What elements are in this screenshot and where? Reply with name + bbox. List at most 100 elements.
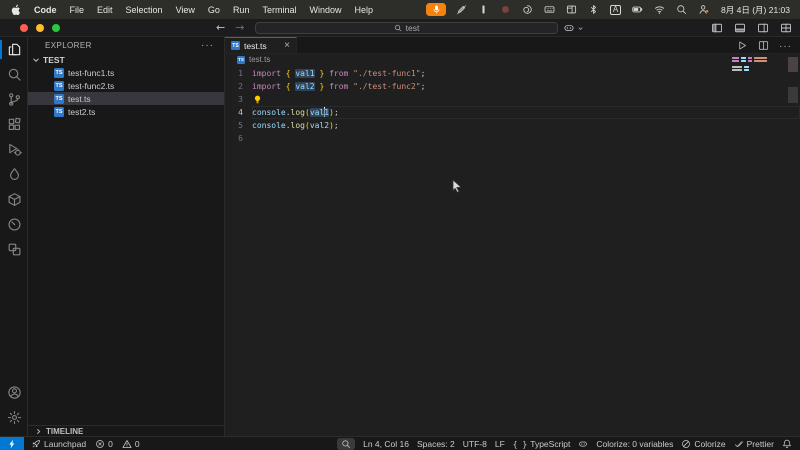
file-name: test.ts (68, 93, 91, 104)
user-switch-icon[interactable] (697, 3, 710, 16)
minimap[interactable] (732, 57, 778, 72)
language-mode[interactable]: { } TypeScript (513, 439, 571, 449)
run-debug-icon[interactable] (0, 137, 28, 162)
line-content[interactable]: import { val1 } from "./test-func1"; (252, 67, 425, 80)
search-icon[interactable] (0, 62, 28, 87)
warnings-count[interactable]: 0 (122, 439, 140, 449)
prettier-status[interactable]: Prettier (734, 439, 774, 449)
errors-count[interactable]: 0 (95, 439, 113, 449)
eol[interactable]: LF (495, 439, 505, 449)
menu-item-file[interactable]: File (70, 5, 85, 15)
folder-row-test[interactable]: TEST (28, 53, 224, 66)
indentation[interactable]: Spaces: 2 (417, 439, 455, 449)
screencast-zoom[interactable] (337, 437, 356, 450)
file-row-test-func1.ts[interactable]: TS test-func1.ts (28, 66, 224, 79)
minimap-slider[interactable] (788, 57, 798, 72)
scrollbar-decoration[interactable] (788, 87, 798, 103)
status-bar: Launchpad 0 0 Ln 4, Col 16 Spaces: 2 UTF-8 LF… (0, 436, 800, 450)
copilot-icon (578, 439, 588, 449)
copilot-status[interactable] (578, 439, 588, 449)
menu-item-view[interactable]: View (176, 5, 195, 15)
timeline-label: TIMELINE (46, 426, 84, 436)
tab-test-ts[interactable]: TS test.ts × (225, 37, 297, 53)
pencil-slash-icon[interactable] (455, 3, 468, 16)
split-editor-icon[interactable] (758, 40, 769, 51)
line-content[interactable]: console.log(val2); (252, 119, 339, 132)
explorer-more-actions-icon[interactable]: ··· (201, 40, 214, 51)
code-token: { (285, 69, 296, 78)
menu-item-help[interactable]: Help (354, 5, 373, 15)
run-icon[interactable] (737, 40, 748, 51)
cube-icon[interactable] (0, 187, 28, 212)
layers-icon[interactable] (0, 237, 28, 262)
battery-icon[interactable] (631, 3, 644, 16)
line-content-wrap: import { val2 } from "./test-func2"; (252, 80, 800, 93)
navigate-back-icon[interactable]: ← (216, 21, 225, 34)
navigate-forward-icon[interactable]: → (235, 21, 244, 34)
breadcrumb[interactable]: TS test.ts (225, 54, 800, 65)
cursor-position[interactable]: Ln 4, Col 16 (363, 439, 409, 449)
code-line-6[interactable]: 6 (225, 132, 800, 145)
code-line-3[interactable]: 3 (225, 93, 800, 106)
code-token: console (252, 108, 286, 117)
wifi-icon[interactable] (653, 3, 666, 16)
command-center-search[interactable]: test (255, 22, 558, 34)
mic-icon[interactable] (426, 3, 447, 16)
record-dot-icon[interactable] (499, 3, 512, 16)
line-content[interactable]: console.log(val1); (252, 106, 339, 119)
extensions-icon[interactable] (0, 112, 28, 137)
clock-icon[interactable] (0, 212, 28, 237)
apple-logo-icon[interactable] (10, 4, 22, 16)
source-control-icon[interactable] (0, 87, 28, 112)
layout-panel-icon[interactable] (734, 22, 746, 34)
launchpad-status[interactable]: Launchpad (31, 439, 86, 449)
customize-layout-icon[interactable] (780, 22, 792, 34)
colorize-variables[interactable]: Colorize: 0 variables (596, 439, 673, 449)
code-line-2[interactable]: 2 import { val2 } from "./test-func2"; (225, 80, 800, 93)
settings-gear-icon[interactable] (0, 405, 28, 430)
menu-item-go[interactable]: Go (208, 5, 220, 15)
explorer-icon[interactable] (0, 37, 28, 62)
menu-item-code[interactable]: Code (34, 5, 57, 15)
timeline-section[interactable]: TIMELINE (28, 425, 224, 436)
keyboard-icon[interactable] (543, 3, 556, 16)
copilot-menu[interactable] (563, 22, 584, 34)
droplet-icon[interactable] (0, 162, 28, 187)
capsule-icon[interactable] (477, 3, 490, 16)
layout-sidebar-right-icon[interactable] (757, 22, 769, 34)
search-icon[interactable] (675, 3, 688, 16)
code-line-4[interactable]: 4 console.log(val1); (225, 106, 800, 119)
window-minimize-button[interactable] (36, 24, 44, 32)
colorize-toggle[interactable]: Colorize (681, 439, 726, 449)
close-tab-icon[interactable]: × (284, 40, 290, 51)
file-row-test-func2.ts[interactable]: TS test-func2.ts (28, 79, 224, 92)
file-row-test.ts[interactable]: TS test.ts (28, 92, 224, 105)
layout-sidebar-left-icon[interactable] (711, 22, 723, 34)
bluetooth-icon[interactable] (587, 3, 600, 16)
double-check-icon (734, 439, 744, 449)
encoding[interactable]: UTF-8 (463, 439, 487, 449)
file-row-test2.ts[interactable]: TS test2.ts (28, 105, 224, 118)
notifications-bell[interactable] (782, 439, 792, 449)
more-actions-icon[interactable]: ··· (779, 36, 792, 54)
window-tiles-icon[interactable] (565, 3, 578, 16)
menu-item-run[interactable]: Run (233, 5, 250, 15)
code-line-1[interactable]: 1 import { val1 } from "./test-func1"; (225, 67, 800, 80)
menubar-clock[interactable]: 8月 4日 (月) 21:03 (721, 4, 790, 16)
swirl-icon[interactable] (521, 3, 534, 16)
input-source-icon[interactable]: A (609, 3, 622, 16)
menu-item-selection[interactable]: Selection (126, 5, 163, 15)
code-line-5[interactable]: 5 console.log(val2); (225, 119, 800, 132)
line-number: 4 (238, 108, 243, 117)
account-icon[interactable] (0, 380, 28, 405)
window-zoom-button[interactable] (52, 24, 60, 32)
menu-item-window[interactable]: Window (309, 5, 341, 15)
menu-item-terminal[interactable]: Terminal (262, 5, 296, 15)
window-close-button[interactable] (20, 24, 28, 32)
file-list: TS test-func1.ts TS test-func2.ts TS test.ts T… (28, 66, 224, 118)
remote-indicator[interactable] (0, 437, 24, 450)
line-content[interactable]: import { val2 } from "./test-func2"; (252, 80, 425, 93)
code-editor[interactable]: 1 import { val1 } from "./test-func1"; 2 im… (225, 65, 800, 145)
lightbulb-icon[interactable] (253, 95, 262, 104)
menu-item-edit[interactable]: Edit (97, 5, 113, 15)
